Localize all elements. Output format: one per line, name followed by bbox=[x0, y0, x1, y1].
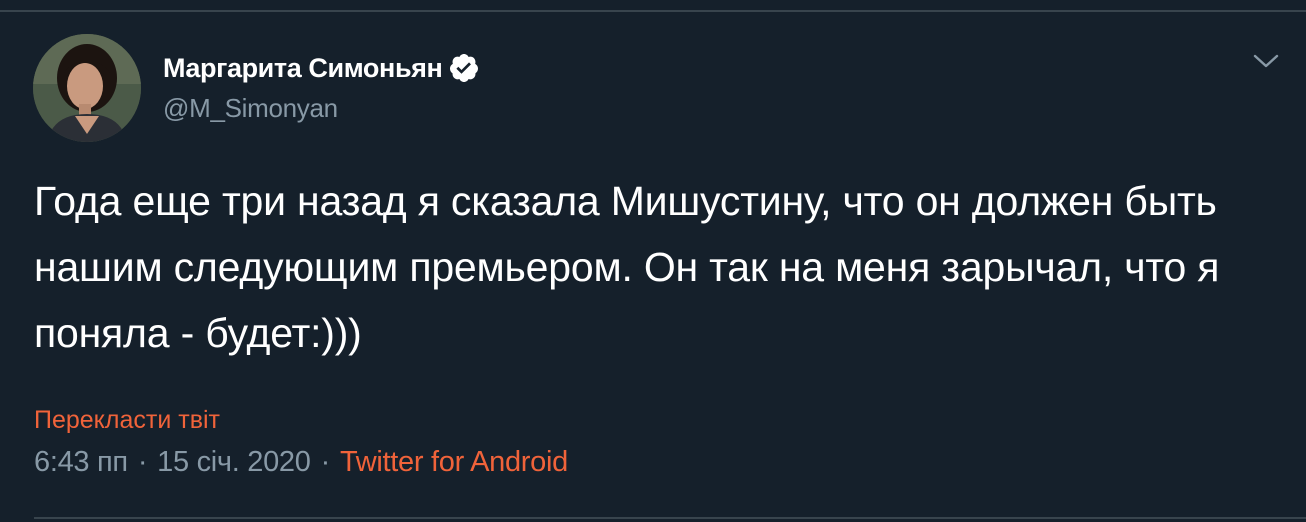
tweet-meta: 6:43 пп · 15 січ. 2020 · Twitter for And… bbox=[34, 446, 568, 479]
display-name[interactable]: Маргарита Симоньян bbox=[163, 53, 443, 84]
meta-separator: · bbox=[137, 446, 148, 478]
avatar[interactable] bbox=[33, 34, 141, 142]
name-row: Маргарита Симоньян bbox=[163, 51, 480, 85]
chevron-down-icon[interactable] bbox=[1252, 52, 1280, 70]
tweet-date[interactable]: 15 січ. 2020 bbox=[157, 446, 311, 479]
user-handle[interactable]: @M_Simonyan bbox=[163, 93, 480, 124]
top-divider bbox=[0, 10, 1306, 12]
bottom-divider bbox=[34, 517, 1306, 519]
verified-badge-icon bbox=[448, 52, 480, 84]
tweet-header: Маргарита Симоньян @M_Simonyan bbox=[163, 51, 480, 124]
translate-tweet-link[interactable]: Перекласти твіт bbox=[34, 406, 220, 435]
tweet-time[interactable]: 6:43 пп bbox=[34, 446, 128, 479]
tweet-source-link[interactable]: Twitter for Android bbox=[340, 446, 568, 479]
meta-separator: · bbox=[320, 446, 331, 478]
tweet-text: Года еще три назад я сказала Мишустину, … bbox=[34, 178, 1220, 356]
avatar-image bbox=[33, 34, 141, 142]
